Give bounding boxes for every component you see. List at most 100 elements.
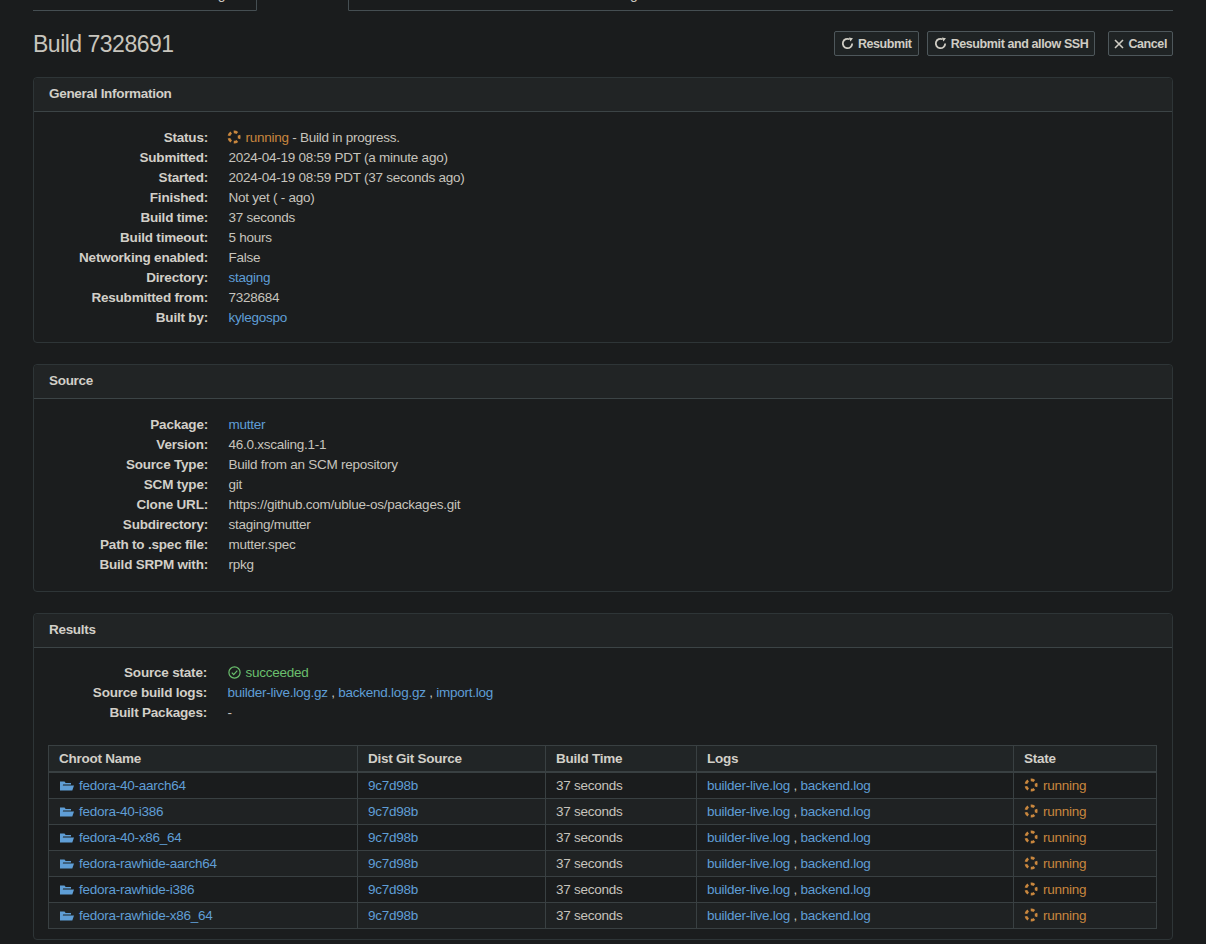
logs-cell: builder-live.log , backend.log (697, 876, 1014, 902)
chroot-link[interactable]: fedora-40-i386 (59, 804, 163, 819)
log-link[interactable]: backend.log.gz (338, 685, 425, 700)
page-title: Build 7328691 (33, 31, 174, 57)
state-text: running (1043, 856, 1086, 871)
prop-label: Version: (49, 435, 208, 455)
prop-text: 37 seconds (229, 210, 296, 225)
prop-value: git (229, 475, 1158, 495)
log-link[interactable]: builder-live.log (707, 778, 790, 793)
separator: , (426, 685, 437, 700)
log-link[interactable]: import.log (436, 685, 493, 700)
log-link[interactable]: builder-live.log (707, 830, 790, 845)
prop-label: Package: (49, 415, 208, 435)
spinner-icon (1024, 882, 1038, 896)
chroot-name-link: fedora-40-i386 (79, 804, 163, 819)
column-header: Dist Git Source (358, 745, 546, 772)
prop-value: 2024-04-19 08:59 PDT (37 seconds ago) (229, 168, 1158, 188)
log-link[interactable]: backend.log (801, 778, 871, 793)
check-circle-icon (228, 666, 241, 679)
build-time-cell: 37 seconds (546, 876, 697, 902)
dist-git-link[interactable]: 9c7d98b (368, 804, 418, 819)
prop-label: Source build logs: (48, 683, 207, 703)
kylegospo-link[interactable]: kylegospo (229, 310, 288, 325)
state-text: running (1043, 804, 1086, 819)
chroot-link[interactable]: fedora-40-aarch64 (59, 778, 186, 793)
chroot-name-cell: fedora-40-i386 (49, 798, 358, 824)
mutter-link[interactable]: mutter (229, 417, 266, 432)
resubmit-button[interactable]: Resubmit (834, 31, 919, 56)
chroot-link[interactable]: fedora-rawhide-i386 (59, 882, 194, 897)
log-link[interactable]: builder-live.log (707, 908, 790, 923)
dist-git-link[interactable]: 9c7d98b (368, 830, 418, 845)
chroot-name-cell: fedora-40-aarch64 (49, 772, 358, 799)
prop-value: running - Build in progress. (229, 128, 1158, 148)
column-header: Logs (697, 745, 1014, 772)
dist-git-link[interactable]: 9c7d98b (368, 908, 418, 923)
dist-git-cell: 9c7d98b (358, 850, 546, 876)
prop-value: mutter (229, 415, 1158, 435)
status-suffix: - Build in progress. (289, 130, 400, 145)
resubmit-ssh-label: Resubmit and allow SSH (951, 37, 1089, 51)
log-link[interactable]: backend.log (801, 908, 871, 923)
prop-value: Build from an SCM repository (229, 455, 1158, 475)
prop-value: 37 seconds (229, 208, 1158, 228)
prop-label: Submitted: (49, 148, 208, 168)
chroot-table: Chroot NameDist Git SourceBuild TimeLogs… (48, 745, 1157, 929)
prop-text: Not yet ( - ago) (229, 190, 315, 205)
logs-cell: builder-live.log , backend.log (697, 824, 1014, 850)
state-text: running (1043, 908, 1086, 923)
prop-label: Resubmitted from: (49, 288, 208, 308)
resubmit-ssh-button[interactable]: Resubmit and allow SSH (927, 31, 1096, 56)
dist-git-link[interactable]: 9c7d98b (368, 882, 418, 897)
separator: , (790, 804, 801, 819)
general-information-panel: General Information Status:running - Bui… (33, 77, 1173, 343)
prop-text: 46.0.xscaling.1-1 (229, 437, 327, 452)
chroot-link[interactable]: fedora-rawhide-aarch64 (59, 856, 217, 871)
log-link[interactable]: builder-live.log.gz (228, 685, 328, 700)
cancel-label: Cancel (1128, 37, 1167, 51)
dist-git-link[interactable]: 9c7d98b (368, 778, 418, 793)
folder-open-icon (59, 831, 75, 844)
dist-git-cell: 9c7d98b (358, 772, 546, 799)
log-link[interactable]: builder-live.log (707, 804, 790, 819)
dist-git-link[interactable]: 9c7d98b (368, 856, 418, 871)
separator: , (790, 856, 801, 871)
chroot-link[interactable]: fedora-rawhide-x86_64 (59, 908, 213, 923)
prop-value: builder-live.log.gz , backend.log.gz , i… (228, 683, 1158, 703)
state-cell: running (1014, 902, 1157, 928)
build-time-cell: 37 seconds (546, 902, 697, 928)
folder-open-icon (59, 805, 75, 818)
separator: , (790, 830, 801, 845)
prop-text: git (229, 477, 243, 492)
prop-label: Build timeout: (49, 228, 208, 248)
prop-value: 46.0.xscaling.1-1 (229, 435, 1158, 455)
prop-value: 5 hours (229, 228, 1158, 248)
logs-cell: builder-live.log , backend.log (697, 902, 1014, 928)
prop-text: 5 hours (229, 230, 272, 245)
prop-label: Clone URL: (49, 495, 208, 515)
prop-label: Built by: (49, 308, 208, 328)
folder-open-icon (59, 883, 75, 896)
prop-value: rpkg (229, 555, 1158, 575)
log-link[interactable]: builder-live.log (707, 856, 790, 871)
prop-value: 2024-04-19 08:59 PDT (a minute ago) (229, 148, 1158, 168)
prop-label: Path to .spec file: (49, 535, 208, 555)
chroot-link[interactable]: fedora-40-x86_64 (59, 830, 182, 845)
build-time-cell: 37 seconds (546, 772, 697, 799)
logs-cell: builder-live.log , backend.log (697, 772, 1014, 799)
state-text: running (1043, 882, 1086, 897)
chroot-row: fedora-rawhide-i3869c7d98b37 secondsbuil… (49, 876, 1157, 902)
prop-label: Status: (49, 128, 208, 148)
state-cell: running (1014, 824, 1157, 850)
spinner-icon (227, 130, 241, 144)
prop-text: rpkg (229, 557, 254, 572)
chroot-name-link: fedora-rawhide-x86_64 (79, 908, 213, 923)
cancel-button[interactable]: Cancel (1108, 31, 1173, 56)
prop-label: Finished: (49, 188, 208, 208)
separator: , (790, 778, 801, 793)
staging-link[interactable]: staging (229, 270, 271, 285)
log-link[interactable]: builder-live.log (707, 882, 790, 897)
log-link[interactable]: backend.log (801, 882, 871, 897)
log-link[interactable]: backend.log (801, 830, 871, 845)
log-link[interactable]: backend.log (801, 804, 871, 819)
log-link[interactable]: backend.log (801, 856, 871, 871)
